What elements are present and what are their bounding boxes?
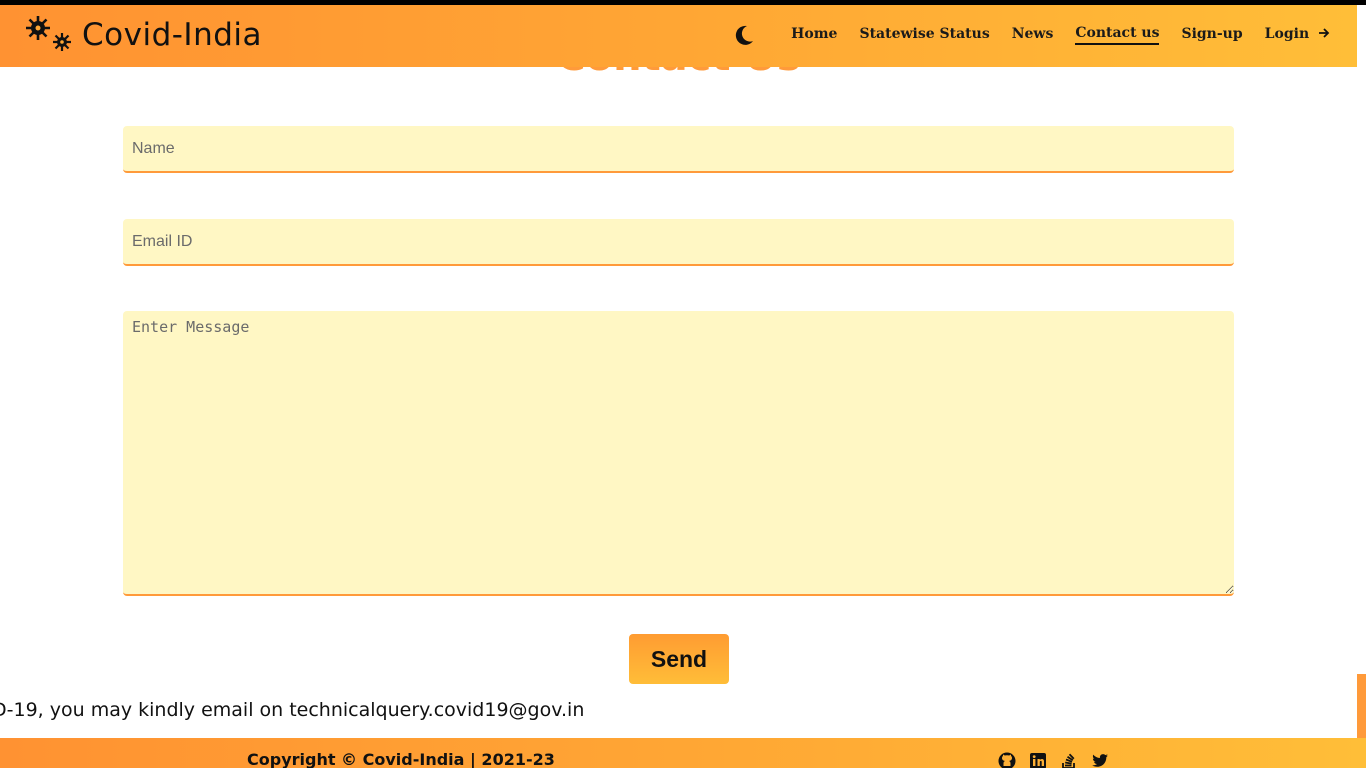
stackoverflow-icon[interactable]	[1059, 751, 1079, 768]
nav-login-label: Login	[1264, 26, 1310, 42]
navbar: Covid-India Home Statewise Status News C…	[0, 5, 1357, 67]
social-links	[997, 751, 1110, 768]
brand-title: Covid-India	[82, 17, 263, 53]
footer: Copyright © Covid-India | 2021-23	[0, 738, 1366, 768]
main-nav: Home Statewise Status News Contact us Si…	[733, 5, 1330, 65]
footer-copyright: Copyright © Covid-India | 2021-23	[247, 750, 555, 768]
nav-statewise-status[interactable]: Statewise Status	[859, 26, 989, 44]
nav-contact-us[interactable]: Contact us	[1075, 25, 1160, 45]
moon-icon[interactable]	[733, 24, 755, 46]
twitter-icon[interactable]	[1090, 751, 1110, 768]
nav-home[interactable]: Home	[791, 26, 837, 44]
message-textarea[interactable]	[123, 311, 1234, 596]
arrow-right-icon	[1313, 26, 1330, 42]
brand[interactable]: Covid-India	[24, 10, 262, 60]
name-input[interactable]	[123, 126, 1234, 173]
email-input[interactable]	[123, 219, 1234, 266]
send-button[interactable]: Send	[629, 634, 729, 684]
nav-sign-up[interactable]: Sign-up	[1181, 26, 1242, 44]
github-icon[interactable]	[997, 751, 1017, 768]
nav-news[interactable]: News	[1012, 26, 1054, 44]
contact-notice: D-19, you may kindly email on technicalq…	[0, 699, 1357, 721]
contact-notice-text: D-19, you may kindly email on technicalq…	[0, 699, 585, 721]
nav-login[interactable]: Login	[1265, 26, 1330, 44]
virus-icon	[24, 15, 74, 55]
linkedin-icon[interactable]	[1028, 751, 1048, 768]
